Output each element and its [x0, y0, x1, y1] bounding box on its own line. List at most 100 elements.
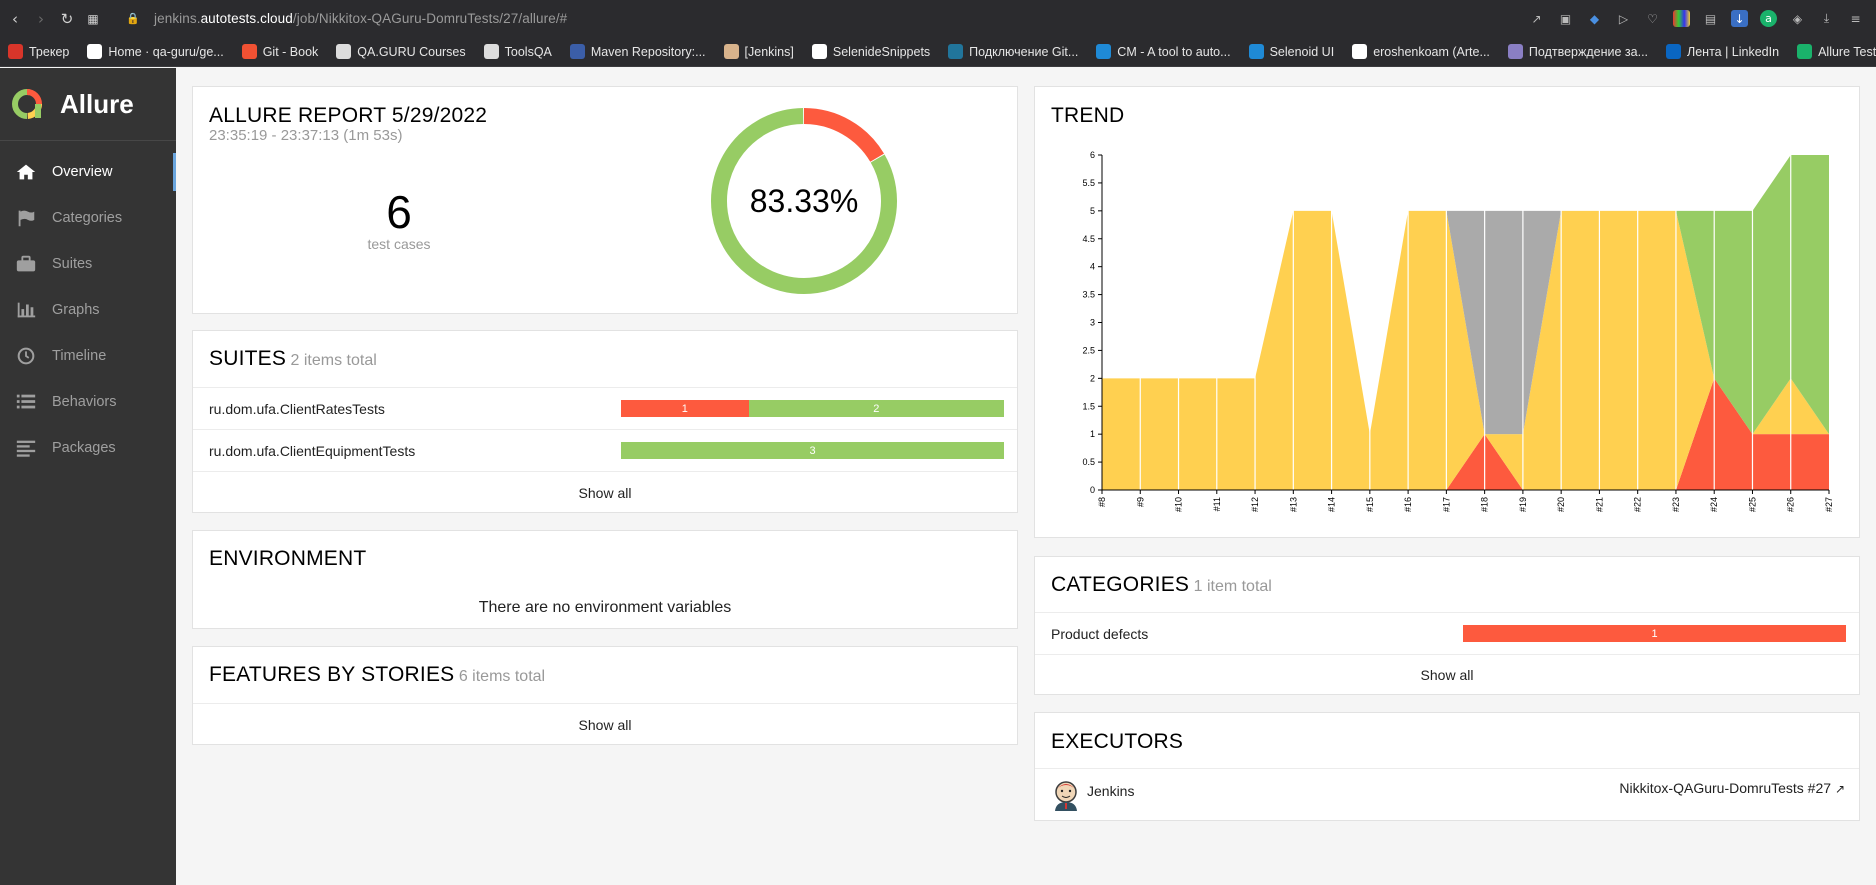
category-row[interactable]: Product defects 1 — [1035, 612, 1859, 654]
bookmark-favicon-icon — [1096, 44, 1112, 59]
bookmark-item[interactable]: CM - A tool to auto... — [1096, 44, 1231, 59]
shield-icon[interactable]: ◆ — [1586, 10, 1603, 27]
bookmark-favicon-icon — [1248, 44, 1264, 59]
bookmark-item[interactable]: Selenoid UI — [1248, 44, 1335, 59]
bookmark-item[interactable]: Maven Repository:... — [569, 44, 706, 59]
trend-x-tick-label: #26 — [1786, 497, 1796, 512]
sidebar-menu: Overview Categories Suites Graphs Timeline Be… — [0, 149, 176, 471]
trend-x-tick-label: #14 — [1327, 497, 1337, 512]
bookmark-favicon-icon — [1352, 44, 1368, 59]
sidebar-item-graphs[interactable]: Graphs — [0, 287, 176, 333]
home-icon — [14, 162, 38, 182]
executor-row[interactable]: Jenkins Nikkitox-QAGuru-DomruTests #27 ↗ — [1035, 768, 1859, 821]
a-extension-icon[interactable]: a — [1760, 10, 1777, 27]
bookmark-label: Подтверждение за... — [1528, 44, 1649, 59]
bookmark-item[interactable]: Подключение Git... — [948, 44, 1078, 59]
bookmark-favicon-icon — [8, 44, 23, 59]
trend-y-tick-label: 6 — [1090, 150, 1095, 160]
suites-widget: SUITES 2 items total ru.dom.ufa.ClientRa… — [192, 330, 1018, 513]
bar-chart-icon — [14, 300, 38, 320]
bookmark-label: [Jenkins] — [744, 44, 794, 59]
bookmark-item[interactable]: SelenideSnippets — [811, 44, 930, 59]
trend-x-tick-label: #9 — [1135, 497, 1145, 507]
features-title: FEATURES BY STORIES — [209, 663, 455, 686]
success-rate-donut[interactable]: 83.33% — [704, 101, 904, 301]
bookmark-item[interactable]: Home · qa-guru/ge... — [87, 44, 224, 59]
back-icon[interactable]: ‹ — [2, 6, 28, 32]
bookmark-favicon-icon — [1507, 44, 1523, 59]
features-subtitle: 6 items total — [458, 668, 546, 685]
sidebar-item-suites[interactable]: Suites — [0, 241, 176, 287]
download-extension-icon[interactable]: ↓ — [1731, 10, 1748, 27]
bookmark-item[interactable]: Allure TestOps — [1797, 44, 1876, 59]
grid-icon[interactable]: ▦ — [80, 6, 106, 32]
sidebar-item-timeline[interactable]: Timeline — [0, 333, 176, 379]
suites-title: SUITES — [209, 347, 287, 370]
bookmark-label: Selenoid UI — [1269, 44, 1335, 59]
trend-y-tick-label: 1.5 — [1082, 401, 1095, 411]
flag-icon — [14, 208, 38, 228]
bookmark-favicon-icon — [723, 44, 739, 59]
bookmark-item[interactable]: Трекер — [8, 44, 69, 59]
trend-x-tick-label: #27 — [1824, 497, 1834, 512]
categories-widget: CATEGORIES 1 item total Product defects … — [1034, 556, 1860, 695]
sidebar-item-label: Packages — [52, 440, 116, 456]
allure-sidebar: Allure Overview Categories Suites Graphs Tim… — [0, 68, 176, 885]
categories-show-all[interactable]: Show all — [1035, 654, 1859, 695]
sidebar-item-label: Graphs — [52, 302, 100, 318]
category-bar: 1 — [1463, 625, 1846, 642]
allure-logo — [12, 89, 42, 119]
color-extension-icon[interactable] — [1673, 10, 1690, 27]
bookmark-item[interactable]: eroshenkoam (Arte... — [1352, 44, 1490, 59]
bookmark-favicon-icon — [483, 44, 499, 59]
sidebar-item-label: Overview — [52, 164, 113, 180]
bookmark-label: Лента | LinkedIn — [1687, 44, 1780, 59]
sidebar-item-behaviors[interactable]: Behaviors — [0, 379, 176, 425]
cube-icon[interactable]: ◈ — [1789, 10, 1806, 27]
padlock-icon[interactable]: ▤ — [1702, 10, 1719, 27]
trend-x-tick-label: #22 — [1633, 497, 1643, 512]
features-show-all[interactable]: Show all — [193, 703, 1017, 745]
bookmark-label: Maven Repository:... — [590, 44, 706, 59]
bookmark-label: QA.GURU Courses — [357, 44, 466, 59]
jenkins-avatar-icon — [1055, 781, 1077, 811]
bookmark-item[interactable]: Лента | LinkedIn — [1666, 44, 1779, 59]
share-icon[interactable]: ↗ — [1528, 10, 1545, 27]
bookmark-favicon-icon — [1797, 44, 1813, 59]
trend-x-tick-label: #24 — [1709, 497, 1719, 512]
sidebar-item-label: Suites — [52, 256, 93, 272]
reload-icon[interactable]: ↻ — [54, 6, 80, 32]
categories-title: CATEGORIES — [1051, 573, 1190, 596]
brand[interactable]: Allure — [0, 68, 176, 141]
environment-empty-text: There are no environment variables — [478, 599, 732, 616]
bookmark-item[interactable]: ToolsQA — [483, 44, 552, 59]
bookmark-item[interactable]: QA.GURU Courses — [336, 44, 466, 59]
address-bar[interactable]: 🔒 jenkins.autotests.cloud/job/Nikkitox-Q… — [116, 5, 567, 33]
suites-header: SUITES 2 items total — [209, 347, 377, 371]
heart-icon[interactable]: ♡ — [1644, 10, 1661, 27]
suite-row[interactable]: ru.dom.ufa.ClientRatesTests 1 2 — [193, 387, 1017, 429]
trend-y-tick-label: 4 — [1090, 262, 1095, 272]
suite-row[interactable]: ru.dom.ufa.ClientEquipmentTests 3 — [193, 429, 1017, 471]
forward-icon[interactable]: › — [28, 6, 54, 32]
sidebar-item-packages[interactable]: Packages — [0, 425, 176, 471]
bookmark-item[interactable]: Git - Book — [241, 44, 318, 59]
trend-chart[interactable]: 0 0.5 1 1.5 2 2.5 3 3.5 4 4.5 5 5.5 6 #8 #9 #10 #11 #12 #1… — [1035, 117, 1859, 537]
camera-icon[interactable]: ▣ — [1557, 10, 1574, 27]
bookmark-item[interactable]: [Jenkins] — [723, 44, 794, 59]
environment-widget: ENVIRONMENT There are no environment var… — [192, 530, 1018, 629]
executor-build-link[interactable]: Nikkitox-QAGuru-DomruTests #27 ↗ — [1619, 780, 1845, 796]
menu-icon[interactable]: ≡ — [1847, 10, 1864, 27]
trend-widget: TREND 0 0.5 1 1.5 2 2.5 3 3.5 4 4.5 5 5.5 6 #8 #9 #10 #1… — [1034, 86, 1860, 538]
trend-y-tick-label: 3.5 — [1082, 290, 1095, 300]
suites-subtitle: 2 items total — [290, 352, 377, 369]
suites-show-all[interactable]: Show all — [193, 471, 1017, 513]
sidebar-item-label: Categories — [52, 210, 123, 226]
trend-x-tick-label: #16 — [1403, 497, 1413, 512]
sidebar-item-overview[interactable]: Overview — [0, 149, 176, 195]
download-icon[interactable]: ⤓ — [1818, 10, 1835, 27]
sidebar-item-categories[interactable]: Categories — [0, 195, 176, 241]
bookmark-label: eroshenkoam (Arte... — [1373, 44, 1490, 59]
send-icon[interactable]: ▷ — [1615, 10, 1632, 27]
bookmark-item[interactable]: Подтверждение за... — [1507, 44, 1649, 59]
